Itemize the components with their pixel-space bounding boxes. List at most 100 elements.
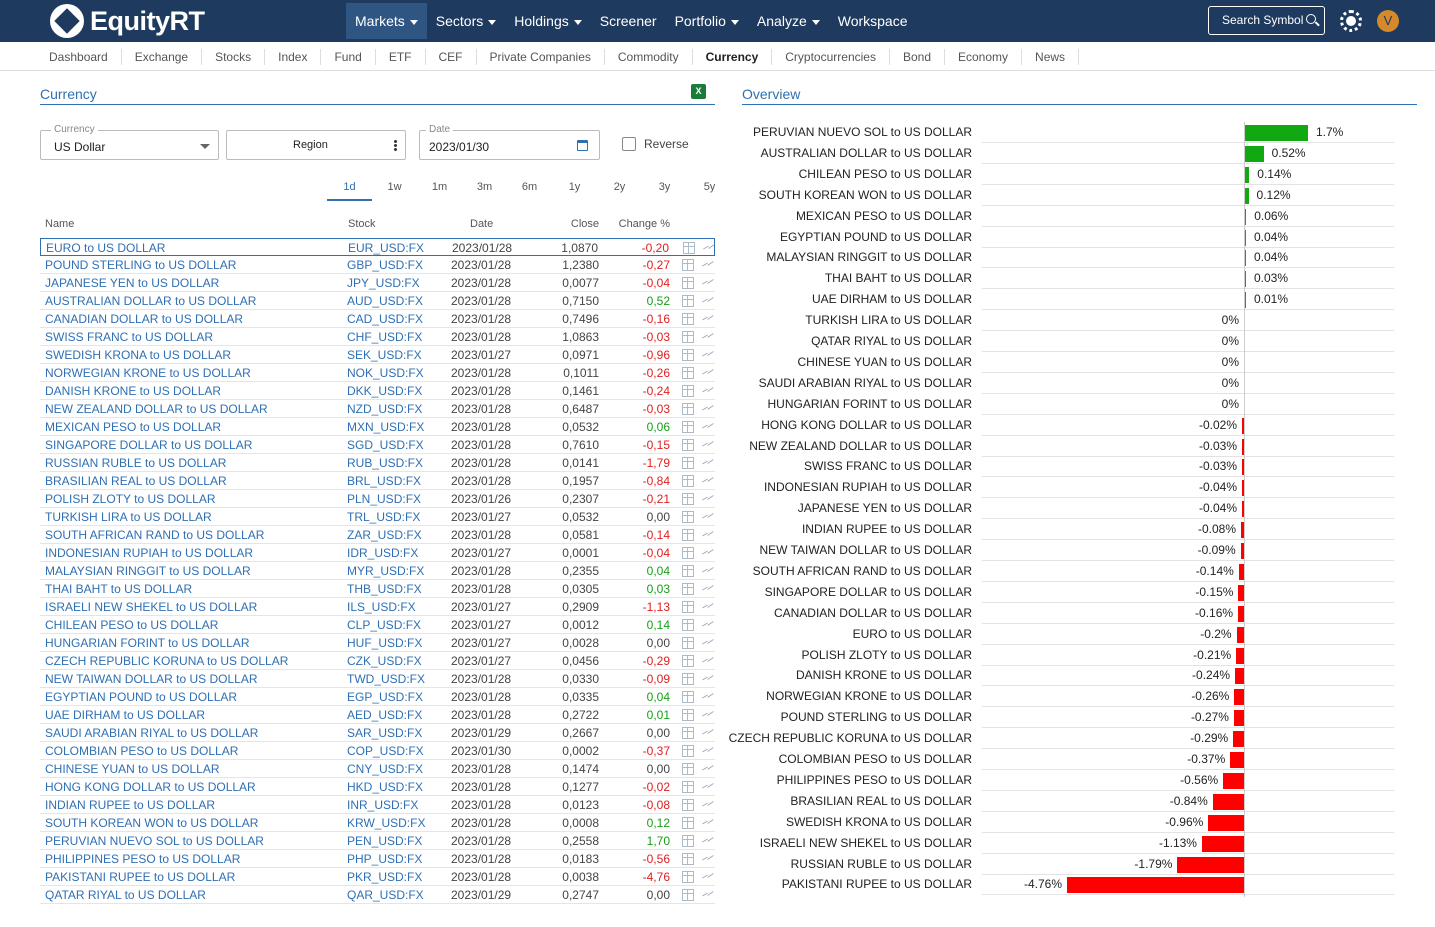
stock-symbol-link[interactable]: NOK_USD:FX [347,366,424,380]
main-nav-sectors[interactable]: Sectors [427,3,505,39]
table-row[interactable]: PAKISTANI RUPEE to US DOLLAR PKR_USD:FX 20… [40,868,715,886]
currency-name-link[interactable]: INDIAN RUPEE to US DOLLAR [45,798,215,812]
region-select[interactable]: Region [226,130,406,160]
currency-name-link[interactable]: HUNGARIAN FORINT to US DOLLAR [45,636,249,650]
line-chart-icon[interactable] [701,457,715,469]
currency-name-link[interactable]: NEW TAIWAN DOLLAR to US DOLLAR [45,672,258,686]
line-chart-icon[interactable] [701,745,715,757]
line-chart-icon[interactable] [701,475,715,487]
line-chart-icon[interactable] [701,277,715,289]
line-chart-icon[interactable] [701,439,715,451]
period-tab-3m[interactable]: 3m [462,179,507,201]
stock-symbol-link[interactable]: JPY_USD:FX [347,276,420,290]
period-tab-1d[interactable]: 1d [327,179,372,201]
currency-name-link[interactable]: SINGAPORE DOLLAR to US DOLLAR [45,438,252,452]
sub-nav-private-companies[interactable]: Private Companies [477,49,605,65]
export-excel-icon[interactable]: X [691,84,706,99]
table-view-icon[interactable] [682,763,694,775]
reverse-toggle[interactable]: Reverse [622,137,689,151]
table-view-icon[interactable] [682,835,694,847]
table-row[interactable]: PERUVIAN NUEVO SOL to US DOLLAR PEN_USD:F… [40,832,715,850]
line-chart-icon[interactable] [701,835,715,847]
stock-symbol-link[interactable]: CAD_USD:FX [347,312,423,326]
chart-bar[interactable] [1233,710,1244,727]
sub-nav-commodity[interactable]: Commodity [605,49,693,65]
currency-name-link[interactable]: JAPANESE YEN to US DOLLAR [45,276,219,290]
sub-nav-fund[interactable]: Fund [321,49,376,65]
table-row[interactable]: INDIAN RUPEE to US DOLLAR INR_USD:FX 2023/… [40,796,715,814]
stock-symbol-link[interactable]: SEK_USD:FX [347,348,422,362]
table-view-icon[interactable] [682,421,694,433]
chart-bar[interactable] [1244,145,1264,162]
stock-symbol-link[interactable]: EGP_USD:FX [347,690,423,704]
currency-name-link[interactable]: SWEDISH KRONA to US DOLLAR [45,348,231,362]
table-view-icon[interactable] [682,511,694,523]
table-view-icon[interactable] [682,889,694,901]
currency-name-link[interactable]: UAE DIRHAM to US DOLLAR [45,708,205,722]
stock-symbol-link[interactable]: HKD_USD:FX [347,780,423,794]
stock-symbol-link[interactable]: CNY_USD:FX [347,762,423,776]
currency-name-link[interactable]: INDONESIAN RUPIAH to US DOLLAR [45,546,253,560]
stock-symbol-link[interactable]: MYR_USD:FX [347,564,424,578]
currency-name-link[interactable]: CZECH REPUBLIC KORUNA to US DOLLAR [45,654,288,668]
table-view-icon[interactable] [682,475,694,487]
currency-name-link[interactable]: QATAR RIYAL to US DOLLAR [45,888,206,902]
stock-symbol-link[interactable]: PHP_USD:FX [347,852,422,866]
currency-name-link[interactable]: BRASILIAN REAL to US DOLLAR [45,474,227,488]
stock-symbol-link[interactable]: MXN_USD:FX [347,420,424,434]
currency-name-link[interactable]: CANADIAN DOLLAR to US DOLLAR [45,312,243,326]
stock-symbol-link[interactable]: TRL_USD:FX [347,510,420,524]
table-view-icon[interactable] [682,871,694,883]
table-row[interactable]: EURO to US DOLLAR EUR_USD:FX 2023/01/28 1,0… [40,238,715,256]
line-chart-icon[interactable] [701,871,715,883]
period-tab-1y[interactable]: 1y [552,179,597,201]
line-chart-icon[interactable] [701,349,715,361]
line-chart-icon[interactable] [701,691,715,703]
table-view-icon[interactable] [682,331,694,343]
line-chart-icon[interactable] [701,331,715,343]
stock-symbol-link[interactable]: QAR_USD:FX [347,888,424,902]
table-row[interactable]: QATAR RIYAL to US DOLLAR QAR_USD:FX 2023/0… [40,886,715,904]
stock-symbol-link[interactable]: THB_USD:FX [347,582,422,596]
col-change[interactable]: Change % [619,218,670,230]
table-row[interactable]: TURKISH LIRA to US DOLLAR TRL_USD:FX 2023/… [40,508,715,526]
table-view-icon[interactable] [682,655,694,667]
currency-name-link[interactable]: ISRAELI NEW SHEKEL to US DOLLAR [45,600,257,614]
currency-name-link[interactable]: THAI BAHT to US DOLLAR [45,582,192,596]
table-row[interactable]: EGYPTIAN POUND to US DOLLAR EGP_USD:FX 202… [40,688,715,706]
table-view-icon[interactable] [682,367,694,379]
currency-name-link[interactable]: NORWEGIAN KRONE to US DOLLAR [45,366,251,380]
col-name[interactable]: Name [45,218,74,230]
sub-nav-currency[interactable]: Currency [693,49,773,65]
equityrt-logo[interactable]: EquityRT [50,4,205,38]
line-chart-icon[interactable] [701,385,715,397]
table-view-icon[interactable] [682,709,694,721]
line-chart-icon[interactable] [701,673,715,685]
line-chart-icon[interactable] [701,853,715,865]
stock-symbol-link[interactable]: KRW_USD:FX [347,816,425,830]
table-row[interactable]: COLOMBIAN PESO to US DOLLAR COP_USD:FX 202… [40,742,715,760]
table-row[interactable]: HONG KONG DOLLAR to US DOLLAR HKD_USD:FX 2… [40,778,715,796]
line-chart-icon[interactable] [701,259,715,271]
chart-bar[interactable] [1208,814,1244,831]
sub-nav-etf[interactable]: ETF [376,49,426,65]
table-view-icon[interactable] [682,295,694,307]
stock-symbol-link[interactable]: SGD_USD:FX [347,438,424,452]
chart-bar[interactable] [1230,752,1244,768]
table-row[interactable]: SINGAPORE DOLLAR to US DOLLAR SGD_USD:FX 2… [40,436,715,454]
stock-symbol-link[interactable]: EUR_USD:FX [348,241,424,255]
table-view-icon[interactable] [682,799,694,811]
stock-symbol-link[interactable]: CLP_USD:FX [347,618,421,632]
stock-symbol-link[interactable]: TWD_USD:FX [347,672,425,686]
currency-name-link[interactable]: COLOMBIAN PESO to US DOLLAR [45,744,238,758]
main-nav-holdings[interactable]: Holdings [505,3,590,39]
table-view-icon[interactable] [682,781,694,793]
period-tab-5y[interactable]: 5y [687,179,732,201]
stock-symbol-link[interactable]: BRL_USD:FX [347,474,421,488]
stock-symbol-link[interactable]: ILS_USD:FX [347,600,416,614]
line-chart-icon[interactable] [701,817,715,829]
sub-nav-dashboard[interactable]: Dashboard [36,49,122,65]
stock-symbol-link[interactable]: AED_USD:FX [347,708,422,722]
user-avatar[interactable]: V [1377,10,1399,32]
table-row[interactable]: SOUTH AFRICAN RAND to US DOLLAR ZAR_USD:F… [40,526,715,544]
